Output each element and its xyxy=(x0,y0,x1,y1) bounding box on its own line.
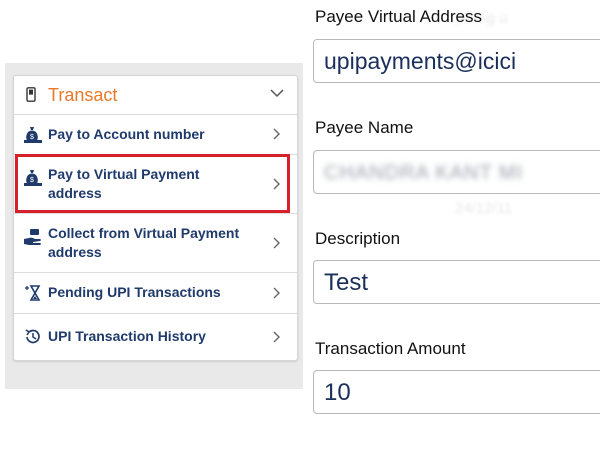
hourglass-icon xyxy=(25,285,41,301)
payee-vpa-field[interactable]: upipayments@icici xyxy=(313,39,600,83)
transact-menu-card: Transact $ Pay to Account number $ Pay t… xyxy=(13,75,298,361)
menu-item-pay-vpa[interactable]: $ Pay to Virtual Payment address xyxy=(14,154,297,213)
description-label: Description xyxy=(315,229,401,248)
menu-item-pay-account[interactable]: $ Pay to Account number xyxy=(14,114,297,154)
menu-item-upi-history[interactable]: UPI Transaction History xyxy=(14,313,297,360)
svg-text:$: $ xyxy=(30,134,34,141)
chevron-right-icon xyxy=(273,287,280,299)
payee-name-field[interactable]: CHANDRA KANT MI xyxy=(313,150,600,194)
svg-text:$: $ xyxy=(30,177,34,184)
payee-name-label: Payee Name xyxy=(315,118,414,137)
amount-label: Transaction Amount xyxy=(315,339,466,358)
menu-item-collect-vpa[interactable]: Collect from Virtual Payment address xyxy=(14,213,297,272)
description-value: Test xyxy=(324,269,369,296)
menu-item-label: UPI Transaction History xyxy=(48,328,206,344)
money-bag-icon: $ xyxy=(24,170,42,186)
chevron-up-icon[interactable] xyxy=(270,88,284,98)
phone-icon xyxy=(26,87,36,102)
chevron-right-icon xyxy=(273,331,280,343)
history-icon xyxy=(25,329,40,344)
chevron-right-icon xyxy=(273,128,280,140)
amount-value: 10 xyxy=(324,379,351,406)
menu-item-label: Pay to Account number xyxy=(48,126,205,142)
menu-item-pending-upi[interactable]: Pending UPI Transactions xyxy=(14,272,297,313)
hand-money-icon xyxy=(24,229,41,245)
chevron-right-icon xyxy=(273,237,280,249)
transact-menu-title: Transact xyxy=(48,85,118,105)
menu-item-label: Pay to Virtual Payment address xyxy=(48,166,200,201)
amount-field[interactable]: 10 xyxy=(313,370,600,414)
chevron-right-icon xyxy=(273,178,280,190)
background-ghost-text: 24/12/11 xyxy=(455,200,513,217)
description-field[interactable]: Test xyxy=(313,260,600,304)
menu-item-label: Pending UPI Transactions xyxy=(48,284,221,300)
payee-vpa-value: upipayments@icici xyxy=(324,48,517,74)
money-bag-icon: $ xyxy=(24,127,42,143)
payee-name-value: CHANDRA KANT MI xyxy=(324,162,524,184)
payee-vpa-label: Payee Virtual Address xyxy=(315,7,482,26)
transact-menu-header[interactable]: Transact xyxy=(14,76,297,114)
menu-item-label: Collect from Virtual Payment address xyxy=(48,225,240,260)
